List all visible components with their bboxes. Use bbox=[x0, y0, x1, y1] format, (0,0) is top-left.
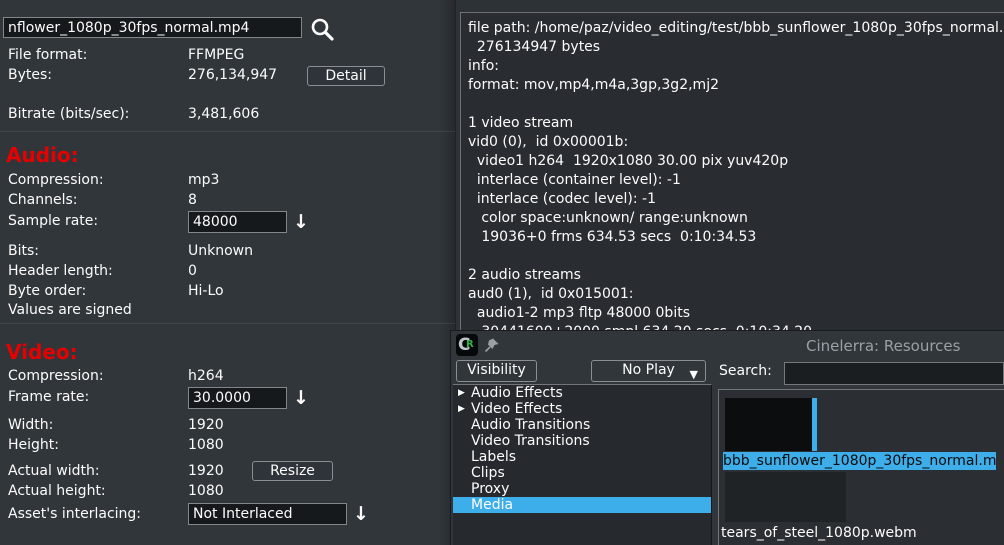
search-icon[interactable] bbox=[309, 16, 335, 42]
frame-rate-dropdown-icon[interactable]: ↓ bbox=[293, 388, 309, 408]
file-format-label: File format: bbox=[8, 47, 87, 63]
values-signed-note: Values are signed bbox=[8, 302, 132, 318]
video-compression-value: h264 bbox=[188, 368, 224, 384]
detail-line: interlace (codec level): -1 bbox=[468, 190, 1004, 209]
detail-line: color space:unknown/ range:unknown bbox=[468, 209, 1004, 228]
audio-compression-label: Compression: bbox=[8, 172, 104, 188]
window-title: Cinelerra: Resources bbox=[806, 337, 960, 355]
tree-item-labels[interactable]: Labels bbox=[453, 449, 711, 465]
actual-height-value: 1080 bbox=[188, 483, 224, 499]
sample-rate-label: Sample rate: bbox=[8, 213, 98, 229]
interlacing-dropdown-icon[interactable]: ↓ bbox=[353, 504, 369, 524]
app-icon[interactable]: C R bbox=[456, 334, 478, 356]
visibility-button[interactable]: Visibility bbox=[456, 360, 537, 382]
actual-width-value: 1920 bbox=[188, 463, 224, 479]
actual-height-label: Actual height: bbox=[8, 483, 106, 499]
cinelerra-screen: File format: FFMPEG Bytes: 276,134,947 D… bbox=[0, 0, 1004, 545]
header-length-value: 0 bbox=[188, 263, 197, 279]
expand-icon[interactable]: ▶ bbox=[458, 401, 465, 417]
search-input[interactable] bbox=[784, 362, 1004, 385]
header-length-label: Header length: bbox=[8, 263, 113, 279]
channels-value: 8 bbox=[188, 192, 197, 208]
detail-line: 19036+0 frms 634.53 secs 0:10:34.53 bbox=[468, 228, 1004, 247]
video-compression-label: Compression: bbox=[8, 368, 104, 384]
play-mode-dropdown[interactable]: No Play ▼ bbox=[591, 360, 706, 382]
play-mode-value: No Play bbox=[622, 362, 675, 378]
interlacing-label: Asset's interlacing: bbox=[8, 506, 141, 522]
resize-button[interactable]: Resize bbox=[252, 461, 333, 481]
byte-order-label: Byte order: bbox=[8, 283, 86, 299]
bits-label: Bits: bbox=[8, 243, 39, 259]
channels-label: Channels: bbox=[8, 192, 78, 208]
bitrate-value: 3,481,606 bbox=[188, 106, 259, 122]
bytes-label: Bytes: bbox=[8, 67, 52, 83]
asset-detail-window: file path: /home/paz/video_editing/test/… bbox=[455, 0, 1004, 330]
detail-line: 1 video stream bbox=[468, 114, 1004, 133]
resources-tree: ▶ Audio Effects ▶ Video Effects Audio Tr… bbox=[453, 384, 712, 545]
detail-line: info: bbox=[468, 57, 1004, 76]
video-section-heading: Video: bbox=[6, 340, 78, 364]
media-thumbnail[interactable] bbox=[725, 398, 812, 451]
media-item-label[interactable]: bbb_sunflower_1080p_30fps_normal.mp4 bbox=[723, 452, 996, 470]
audio-compression-value: mp3 bbox=[188, 172, 219, 188]
sample-rate-dropdown-icon[interactable]: ↓ bbox=[293, 212, 309, 232]
detail-line: 276134947 bytes bbox=[468, 38, 1004, 57]
detail-line: 30441600+2000 smpl 634.20 secs 0:10:34.2… bbox=[468, 323, 1004, 330]
tree-item-media[interactable]: Media bbox=[453, 497, 711, 513]
detail-line bbox=[468, 95, 1004, 114]
asset-detail-text: file path: /home/paz/video_editing/test/… bbox=[460, 12, 1004, 330]
detail-line: aud0 (1), id 0x015001: bbox=[468, 285, 1004, 304]
resources-window: C R Cinelerra: Resources Visibility No P… bbox=[450, 330, 1004, 545]
asset-info-panel: File format: FFMPEG Bytes: 276,134,947 D… bbox=[0, 0, 455, 545]
height-value: 1080 bbox=[188, 437, 224, 453]
detail-line bbox=[468, 247, 1004, 266]
selection-highlight bbox=[812, 398, 817, 451]
audio-section-heading: Audio: bbox=[6, 143, 79, 167]
media-item-label[interactable]: tears_of_steel_1080p.webm bbox=[721, 525, 917, 541]
detail-line: audio1-2 mp3 fltp 48000 0bits bbox=[468, 304, 1004, 323]
tree-item-video-transitions[interactable]: Video Transitions bbox=[453, 433, 711, 449]
tree-item-clips[interactable]: Clips bbox=[453, 465, 711, 481]
file-format-value: FFMPEG bbox=[188, 47, 244, 63]
detail-line: file path: /home/paz/video_editing/test/… bbox=[468, 19, 1004, 38]
detail-line: 2 audio streams bbox=[468, 266, 1004, 285]
expand-icon[interactable]: ▶ bbox=[458, 385, 465, 401]
pin-icon[interactable] bbox=[484, 337, 500, 353]
detail-line: video1 h264 1920x1080 30.00 pix yuv420p bbox=[468, 152, 1004, 171]
byte-order-value: Hi-Lo bbox=[188, 283, 224, 299]
media-thumbnail[interactable] bbox=[725, 472, 846, 522]
detail-button[interactable]: Detail bbox=[307, 66, 385, 86]
chevron-down-icon: ▼ bbox=[690, 365, 698, 384]
tree-item-audio-effects[interactable]: ▶ Audio Effects bbox=[453, 385, 711, 401]
detail-line: interlace (container level): -1 bbox=[468, 171, 1004, 190]
resources-titlebar[interactable]: C R Cinelerra: Resources bbox=[451, 331, 1004, 359]
detail-line: vid0 (0), id 0x00001b: bbox=[468, 133, 1004, 152]
frame-rate-label: Frame rate: bbox=[8, 389, 89, 405]
section-divider bbox=[0, 323, 455, 324]
tree-item-video-effects[interactable]: ▶ Video Effects bbox=[453, 401, 711, 417]
tree-item-audio-transitions[interactable]: Audio Transitions bbox=[453, 417, 711, 433]
media-list: bbb_sunflower_1080p_30fps_normal.mp4 tea… bbox=[718, 389, 1004, 545]
width-value: 1920 bbox=[188, 417, 224, 433]
height-label: Height: bbox=[8, 437, 59, 453]
bitrate-label: Bitrate (bits/sec): bbox=[8, 106, 129, 122]
width-label: Width: bbox=[8, 417, 53, 433]
section-divider bbox=[0, 131, 455, 132]
sample-rate-input[interactable] bbox=[188, 211, 287, 233]
search-label: Search: bbox=[719, 363, 772, 379]
bits-value: Unknown bbox=[188, 243, 253, 259]
interlacing-input[interactable] bbox=[188, 503, 347, 525]
detail-line: format: mov,mp4,m4a,3gp,3g2,mj2 bbox=[468, 76, 1004, 95]
bytes-value: 276,134,947 bbox=[188, 67, 277, 83]
frame-rate-input[interactable] bbox=[188, 387, 287, 409]
tree-item-proxy[interactable]: Proxy bbox=[453, 481, 711, 497]
actual-width-label: Actual width: bbox=[8, 463, 100, 479]
asset-path-input[interactable] bbox=[3, 17, 302, 38]
